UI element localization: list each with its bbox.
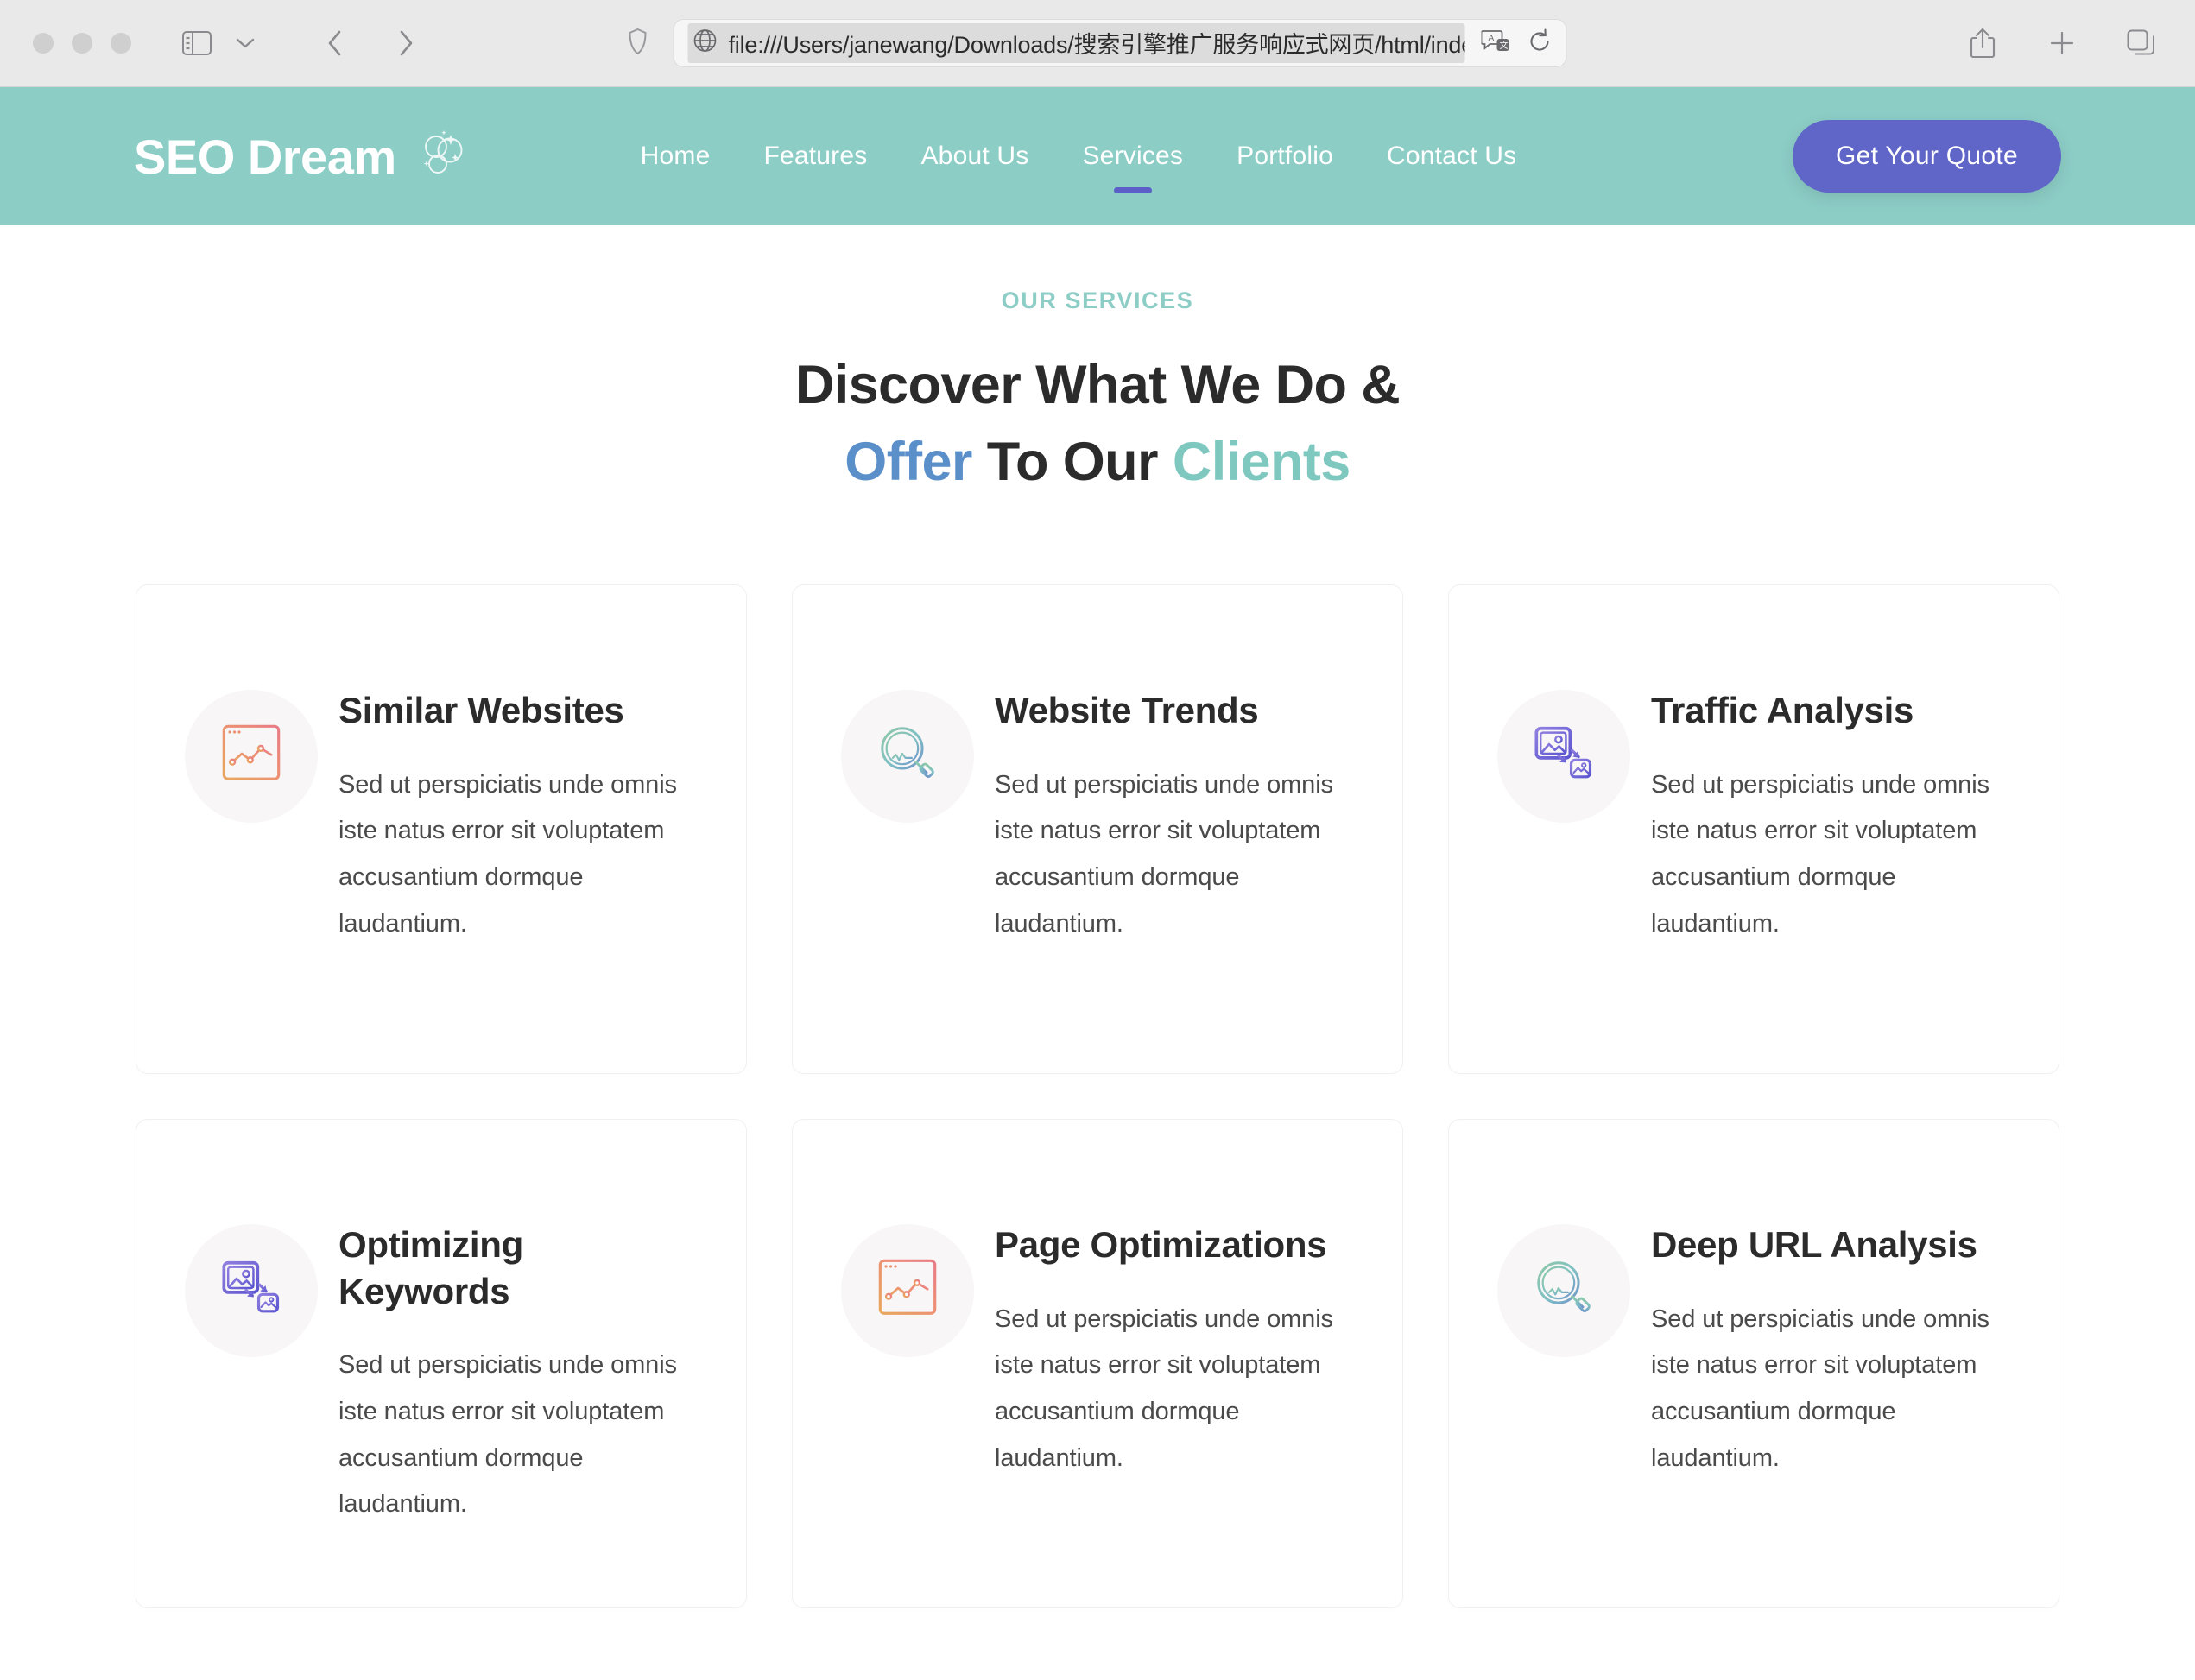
nav-item-features[interactable]: Features (737, 129, 894, 183)
globe-icon (693, 28, 718, 57)
service-card[interactable]: Similar Websites Sed ut perspiciatis und… (136, 584, 747, 1074)
browser-toolbar: file:///Users/janewang/Downloads/搜索引擎推广服… (0, 0, 2195, 87)
nav-active-indicator (1113, 187, 1152, 193)
address-bar-text: file:///Users/janewang/Downloads/搜索引擎推广服… (728, 32, 1465, 58)
svg-text:文: 文 (1500, 40, 1509, 51)
service-card-title: Website Trends (995, 689, 1259, 730)
section-title-line-2-mid: To Our (971, 432, 1173, 493)
nav-item-contact-us[interactable]: Contact Us (1360, 129, 1543, 183)
services-card-grid: Similar Websites Sed ut perspiciatis und… (136, 584, 2059, 1608)
plus-icon[interactable] (2038, 19, 2086, 67)
service-icon-badge (841, 689, 974, 823)
maximize-window-button[interactable] (111, 33, 131, 54)
service-card-description: Sed ut perspiciatis unde omnis iste natu… (995, 770, 1333, 938)
sidebar-icon[interactable] (173, 19, 221, 67)
service-card-title: Traffic Analysis (1651, 689, 1914, 730)
page-title: Discover What We Do & Offer To Our Clien… (0, 347, 2195, 502)
image-transfer-icon (218, 1254, 285, 1326)
service-card-description: Sed ut perspiciatis unde omnis iste natu… (338, 1351, 677, 1519)
service-icon-badge (185, 1223, 318, 1357)
browser-chart-icon (874, 1254, 941, 1326)
service-icon-badge (185, 689, 318, 823)
image-transfer-icon (1530, 720, 1597, 792)
tab-overview-icon[interactable] (2117, 19, 2166, 67)
site-header: SEO Dream Home Features About Us Service… (0, 87, 2195, 225)
page-content: SEO Dream Home Features About Us Service… (0, 87, 2195, 1680)
magnifier-chart-icon (1530, 1254, 1597, 1326)
service-icon-badge (841, 1223, 974, 1357)
nav-item-about-us[interactable]: About Us (894, 129, 1055, 183)
forward-arrow-icon[interactable] (382, 19, 430, 67)
window-controls (33, 33, 131, 54)
service-card[interactable]: Deep URL Analysis Sed ut perspiciatis un… (1448, 1118, 2059, 1608)
chevron-down-icon[interactable] (221, 19, 269, 67)
service-card-description: Sed ut perspiciatis unde omnis iste natu… (1651, 770, 1989, 938)
shield-icon[interactable] (629, 28, 648, 59)
magnifier-chart-icon (874, 720, 941, 792)
minimize-window-button[interactable] (72, 33, 92, 54)
service-card-title: Page Optimizations (995, 1223, 1327, 1265)
translate-icon[interactable]: A 文 (1480, 28, 1511, 59)
share-icon[interactable] (1958, 19, 2007, 67)
address-bar-selection: file:///Users/janewang/Downloads/搜索引擎推广服… (687, 23, 1465, 63)
service-card[interactable]: Website Trends Sed ut perspiciatis unde … (792, 584, 1403, 1074)
main-navigation: Home Features About Us Services Portfoli… (614, 129, 1544, 193)
service-card[interactable]: Page Optimizations Sed ut perspiciatis u… (792, 1118, 1403, 1608)
brand-logo[interactable]: SEO Dream (134, 128, 469, 186)
service-card[interactable]: Optimizing Keywords Sed ut perspiciatis … (136, 1118, 747, 1608)
section-title-highlight-blue: Offer (844, 432, 972, 493)
service-card-title: Deep URL Analysis (1651, 1223, 1977, 1265)
nav-item-services[interactable]: Services (1055, 129, 1210, 193)
get-quote-button[interactable]: Get Your Quote (1792, 120, 2061, 193)
nav-label: Portfolio (1237, 142, 1333, 170)
section-title-line-1: Discover What We Do & (794, 355, 1401, 415)
nav-item-home[interactable]: Home (614, 129, 737, 183)
services-section: OUR SERVICES Discover What We Do & Offer… (0, 225, 2195, 1608)
reload-icon[interactable] (1528, 28, 1553, 59)
brand-name: SEO Dream (134, 129, 396, 184)
service-card-title: Optimizing Keywords (338, 1223, 523, 1311)
service-card-description: Sed ut perspiciatis unde omnis iste natu… (338, 770, 677, 938)
service-icon-badge (1497, 1223, 1630, 1357)
nav-label: Contact Us (1386, 142, 1517, 170)
nav-label: Services (1082, 142, 1184, 170)
svg-text:A: A (1489, 34, 1495, 43)
sparkle-bubbles-icon (415, 128, 469, 186)
service-card-title: Similar Websites (338, 689, 624, 730)
browser-chart-icon (218, 720, 285, 792)
close-window-button[interactable] (33, 33, 54, 54)
nav-item-portfolio[interactable]: Portfolio (1210, 129, 1360, 183)
nav-label: Features (763, 142, 868, 170)
section-title-highlight-teal: Clients (1172, 432, 1351, 493)
nav-label: Home (640, 142, 711, 170)
back-arrow-icon[interactable] (311, 19, 359, 67)
service-card[interactable]: Traffic Analysis Sed ut perspiciatis und… (1448, 584, 2059, 1074)
service-icon-badge (1497, 689, 1630, 823)
address-bar[interactable]: file:///Users/janewang/Downloads/搜索引擎推广服… (673, 19, 1567, 67)
nav-label: About Us (920, 142, 1029, 170)
service-card-description: Sed ut perspiciatis unde omnis iste natu… (1651, 1304, 1989, 1472)
section-eyebrow: OUR SERVICES (1001, 287, 1194, 313)
service-card-description: Sed ut perspiciatis unde omnis iste natu… (995, 1304, 1333, 1472)
